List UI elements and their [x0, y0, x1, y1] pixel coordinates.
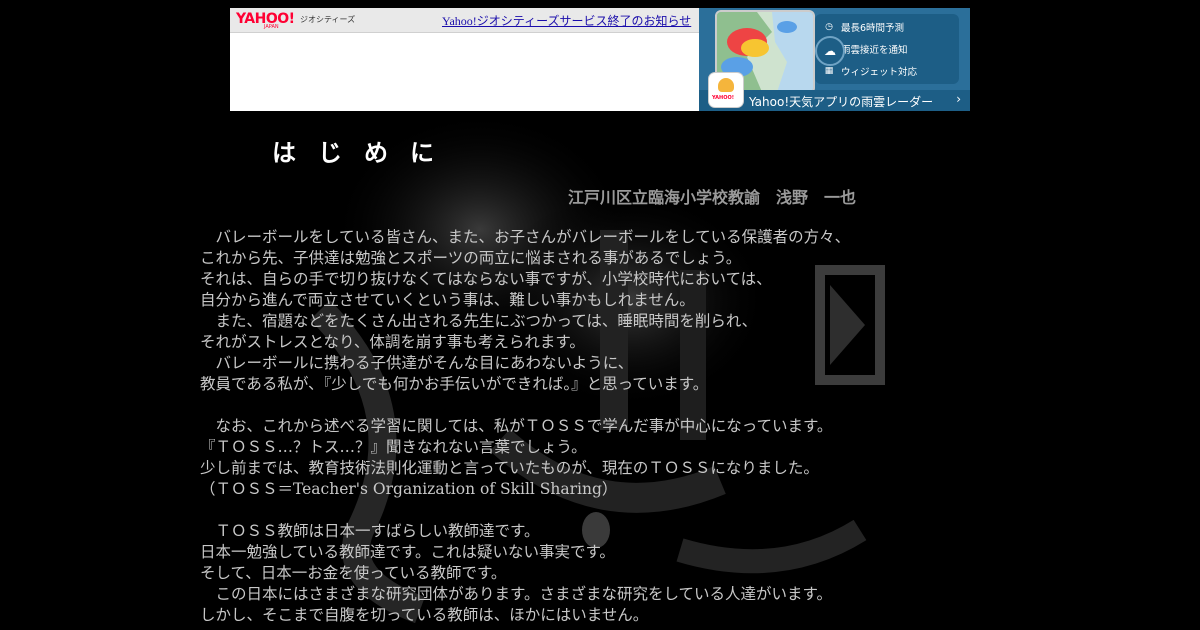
service-end-notice-link[interactable]: Yahoo!ジオシティーズサービス終了のお知らせ	[442, 12, 691, 29]
geocities-banner: YAHOO! JAPAN ジオシティーズ Yahoo!ジオシティーズサービス終了…	[230, 8, 970, 111]
text-line: これから先、子供達は勉強とスポーツの両立に悩まされる事があるでしょう。	[200, 249, 742, 267]
ad-cta-text[interactable]: Yahoo!天気アプリの雨雲レーダー	[749, 93, 933, 110]
text-line: それがストレスとなり、体調を崩す事も考えられます。	[200, 333, 585, 351]
text-line: なお、これから述べる学習に関しては、私がＴＯＳＳで学んだ事が中心になっています。	[200, 417, 833, 435]
text-line: 少し前までは、教育技術法則化運動と言っていたものが、現在のＴＯＳＳになりました。	[200, 459, 819, 477]
text-line: ＴＯＳＳ教師は日本一すばらしい教師達です。	[200, 522, 540, 540]
text-line: また、宿題などをたくさん出される先生にぶつかっては、睡眠時間を削られ、	[200, 312, 758, 330]
sun-icon	[718, 78, 734, 92]
yahoo-japan-label: JAPAN	[264, 24, 279, 30]
text-line: バレーボールをしている皆さん、また、お子さんがバレーボールをしている保護者の方々…	[200, 228, 851, 246]
ad-feature-forecast: ◷ 最長6時間予測	[823, 18, 904, 36]
text-line: 日本一勉強している教師達です。これは疑いない事実です。	[200, 543, 615, 561]
author-line: 江戸川区立臨海小学校教諭 浅野 一也	[568, 188, 857, 207]
geocities-label: ジオシティーズ	[300, 15, 356, 24]
ad-feature-label: ウィジェット対応	[841, 67, 918, 78]
text-line: そして、日本一お金を使っている教師です。	[200, 564, 507, 582]
rain-cloud-icon: ☁	[815, 36, 845, 66]
text-line: 自分から進んで両立させていくという事は、難しい事かもしれません。	[200, 291, 695, 309]
text-line: しかし、そこまで自腹を切っている教師は、ほかにはいません。	[200, 606, 649, 624]
chevron-right-icon: ›	[956, 92, 961, 106]
text-line: （ＴＯＳＳ＝Teacher's Organization of Skill Sh…	[200, 480, 618, 498]
app-icon-label: YAHOO!	[712, 95, 734, 101]
text-line: それは、自らの手で切り抜けなくてはならない事ですが、小学校時代においては、	[200, 270, 772, 288]
widget-icon: ▦	[824, 66, 834, 76]
text-line: バレーボールに携わる子供達がそんな目にあわないように、	[200, 354, 634, 372]
text-line: 教員である私が、『少しでも何かお手伝いができれば。』と思っています。	[200, 375, 709, 393]
page-title: はじめに	[272, 139, 456, 167]
clock-icon: ◷	[825, 22, 833, 32]
banner-header: YAHOO! JAPAN ジオシティーズ Yahoo!ジオシティーズサービス終了…	[230, 8, 699, 33]
text-line: この日本にはさまざまな研究団体があります。さまざまな研究をしている人達がいます。	[200, 585, 832, 603]
ad-feature-widget: ▦ ウィジェット対応	[823, 62, 917, 80]
text-line: 『ＴＯＳＳ…？トス…？』聞きなれない言葉でしょう。	[200, 438, 587, 456]
weather-app-ad[interactable]: ◷ 最長6時間予測 ⬤ 雨雲接近を通知 ▦ ウィジェット対応 ☁ Yahoo!天…	[699, 8, 970, 111]
intro-text: バレーボールをしている皆さん、また、お子さんがバレーボールをしている保護者の方々…	[200, 227, 900, 626]
ad-feature-label: 最長6時間予測	[841, 23, 905, 34]
weather-app-icon: YAHOO!	[708, 72, 744, 108]
ad-feature-label: 雨雲接近を通知	[841, 45, 908, 56]
